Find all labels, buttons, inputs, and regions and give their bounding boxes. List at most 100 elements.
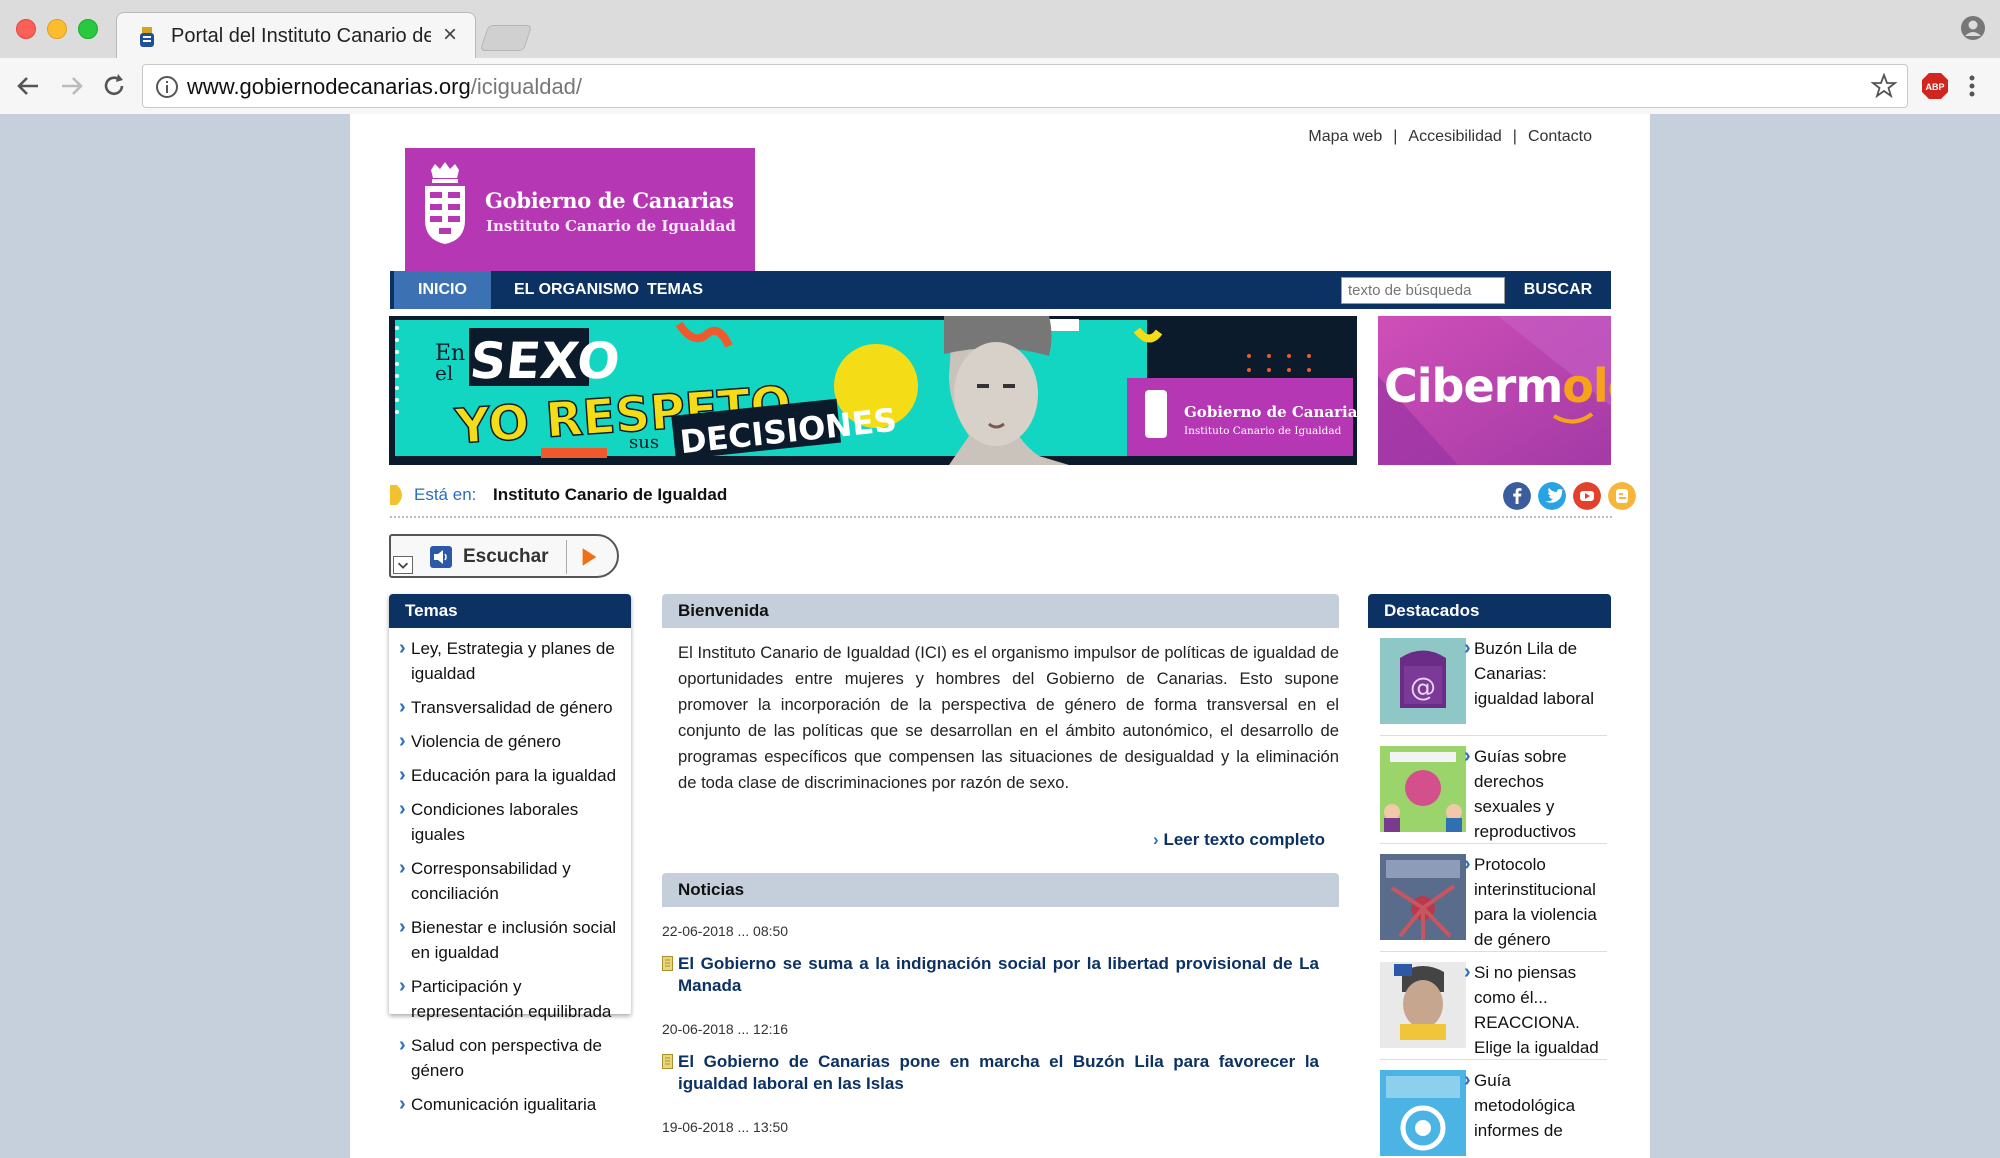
contact-link[interactable]: Contacto [1528,128,1592,145]
document-icon [662,1054,673,1069]
destacado-label: Guías sobre derechos sexuales y reproduc… [1464,744,1614,844]
destacado-item[interactable]: Si no piensas como él... REACCIONA. Elig… [1380,952,1607,1060]
info-icon[interactable] [155,75,179,99]
temas-item[interactable]: Transversalidad de género [399,695,623,720]
adblock-extension-icon[interactable]: ABP [1921,72,1949,100]
noticias-title: Noticias [662,873,1339,907]
news-title: El Gobierno de Canarias pone en marcha e… [678,1052,1319,1093]
destacado-item[interactable]: Guía metodológica informes de [1380,1060,1607,1158]
bienvenida-title: Bienvenida [662,594,1339,628]
browser-menu-icon[interactable] [1966,72,1978,100]
close-window-button[interactable] [16,19,36,39]
url-path: /icigualdad/ [470,74,583,99]
listen-label: Escuchar [463,546,549,567]
search-input[interactable] [1341,277,1505,304]
blogger-icon[interactable] [1608,482,1636,510]
browser-tab[interactable]: Portal del Instituto Canario de Igualdad… [116,12,476,58]
accessibility-link[interactable]: Accesibilidad [1408,128,1501,145]
temas-item[interactable]: Condiciones laborales iguales [399,797,623,847]
logo-title: Gobierno de Canarias [485,188,734,213]
bookmark-star-icon[interactable] [1871,73,1897,99]
temas-item[interactable]: Bienestar e inclusión social en igualdad [399,915,623,965]
guide-cover-thumbnail [1380,746,1466,832]
url-bar[interactable]: www.gobiernodecanarias.org/icigualdad/ [142,64,1908,108]
reload-icon[interactable] [98,70,130,102]
search-button[interactable]: BUSCAR [1505,271,1611,309]
svg-text:ABP: ABP [1925,82,1944,92]
news-date: 22-06-2018 ... 08:50 [662,923,789,939]
breadcrumb-current[interactable]: Instituto Canario de Igualdad [493,485,727,505]
cibermolo-banner[interactable]: Cibermolo [1378,316,1611,465]
read-more-label: Leer texto completo [1163,830,1325,849]
bienvenida-text: El Instituto Canario de Igualdad (ICI) e… [678,643,1339,792]
play-icon[interactable] [566,540,610,574]
read-more-link[interactable]: › Leer texto completo [662,830,1339,864]
new-tab-button[interactable] [479,25,533,51]
destacados-title: Destacados [1368,594,1611,628]
news-title-link[interactable]: El Gobierno se suma a la indignación soc… [662,953,1339,997]
crest-icon [425,162,465,244]
protocol-cover-thumbnail [1380,854,1466,940]
crest-favicon-icon [140,27,154,47]
svg-text:Instituto Canario de Igualdad: Instituto Canario de Igualdad [1184,425,1342,437]
forward-arrow-icon[interactable] [56,70,88,102]
svg-text:sus: sus [629,432,659,453]
twitter-icon[interactable] [1538,482,1566,510]
tab-close-icon[interactable]: × [443,21,457,49]
speaker-icon [430,546,452,568]
top-links: Mapa web | Accesibilidad | Contacto [1308,128,1592,146]
news-title: El Gobierno se suma a la indignación soc… [678,954,1319,995]
news-item: 22-06-2018 ... 08:50 El Gobierno se suma… [662,923,1339,997]
main-navigation: INICIO EL ORGANISMO TEMAS BUSCAR [390,271,1611,309]
address-bar-row: www.gobiernodecanarias.org/icigualdad/ [0,58,2000,114]
destacados-sidebar: Destacados @ Buzón Lila de Canarias: igu… [1368,594,1611,1158]
destacado-item[interactable]: Protocolo interinstitucional para la vio… [1380,844,1607,952]
temas-item[interactable]: Corresponsabilidad y conciliación [399,856,623,906]
temas-item[interactable]: Violencia de género [399,729,623,754]
svg-text:Gobierno de Canarias: Gobierno de Canarias [1184,403,1357,421]
temas-list: Ley, Estrategia y planes de igualdad Tra… [389,628,631,1117]
destacado-item[interactable]: Guías sobre derechos sexuales y reproduc… [1380,736,1607,844]
svg-text:el: el [435,361,453,385]
campaign-banner[interactable]: En el SEXO YO RESPETO sus DECISIONES Gob… [389,316,1357,465]
back-arrow-icon[interactable] [12,70,44,102]
separator: | [1512,128,1517,145]
temas-item[interactable]: Comunicación igualitaria [399,1092,623,1117]
page-content: Mapa web | Accesibilidad | Contacto Gobierno… [350,114,1650,1158]
tab-strip: Portal del Instituto Canario de Igualdad… [0,0,2000,58]
destacado-label: Buzón Lila de Canarias: igualdad laboral [1464,636,1614,711]
temas-item[interactable]: Ley, Estrategia y planes de igualdad [399,636,623,686]
temas-item[interactable]: Salud con perspectiva de género [399,1033,623,1083]
temas-item[interactable]: Educación para la igualdad [399,763,623,788]
chevron-down-icon[interactable] [393,556,413,574]
document-icon [662,956,673,971]
news-item: 19-06-2018 ... 13:50 [662,1119,1339,1135]
destacado-label: Protocolo interinstitucional para la vio… [1464,852,1614,952]
tab-title: Portal del Instituto Canario de Igualdad [171,25,431,47]
site-logo[interactable]: Gobierno de Canarias Instituto Canario d… [405,148,755,272]
temas-title: Temas [389,594,631,628]
news-item: 20-06-2018 ... 12:16 El Gobierno de Cana… [662,1021,1339,1095]
temas-item[interactable]: Participación y representación equilibra… [399,974,623,1024]
news-title-link[interactable]: El Gobierno de Canarias pone en marcha e… [662,1051,1339,1095]
listen-button[interactable]: Escuchar [389,534,619,578]
url-text: www.gobiernodecanarias.org/icigualdad/ [187,74,582,100]
destacado-item[interactable]: @ Buzón Lila de Canarias: igualdad labor… [1380,628,1607,736]
nav-item-inicio[interactable]: INICIO [394,271,491,309]
maximize-window-button[interactable] [78,19,98,39]
url-domain: www.gobiernodecanarias.org [187,74,471,99]
youtube-icon[interactable] [1573,482,1601,510]
logo-subtitle: Instituto Canario de Igualdad [486,217,736,235]
noticias-section: Noticias 22-06-2018 ... 08:50 El Gobiern… [662,873,1339,1135]
nav-item-temas[interactable]: TEMAS [623,271,727,309]
temas-sidebar: Temas Ley, Estrategia y planes de iguald… [389,594,631,1117]
breadcrumb-label: Está en: [414,485,477,504]
facebook-icon[interactable] [1503,482,1531,510]
profile-icon[interactable] [1960,15,1986,41]
location-marker-icon [390,485,402,505]
separator: | [1393,128,1398,145]
sitemap-link[interactable]: Mapa web [1308,128,1382,145]
minimize-window-button[interactable] [47,19,67,39]
center-column: Bienvenida El Instituto Canario de Igual… [662,594,1339,1135]
destacado-label: Guía metodológica informes de [1464,1068,1614,1143]
